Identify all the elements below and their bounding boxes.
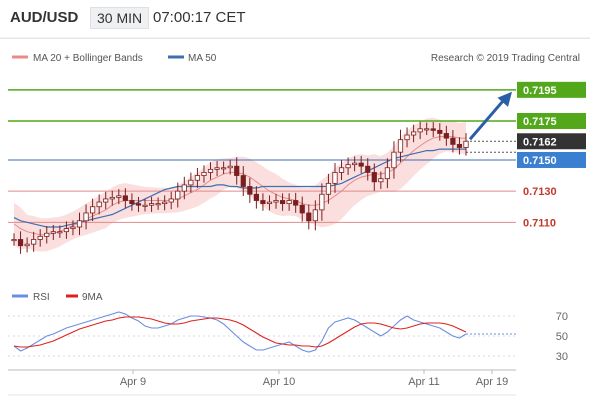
x-axis-label: Apr 19: [476, 376, 508, 388]
target-level-tag: 0.7195: [523, 85, 557, 97]
candle-body: [168, 198, 174, 203]
candle-body: [424, 128, 430, 131]
candle-body: [450, 137, 456, 145]
candle-body: [162, 201, 168, 205]
candle-body: [221, 167, 227, 170]
candle-body: [129, 200, 135, 205]
candle-body: [371, 172, 377, 183]
candle-body: [338, 167, 345, 173]
x-axis-label: Apr 9: [120, 376, 146, 388]
candle-body: [240, 175, 246, 187]
chart-canvas: MA 20 + Bollinger Bands MA 50 Research ©…: [0, 37, 590, 396]
candle-body: [148, 203, 155, 206]
candle-body: [253, 193, 259, 201]
candle-body: [142, 204, 148, 207]
candle-body: [103, 198, 109, 203]
candle-body: [391, 151, 397, 169]
ma9-legend-label: 9MA: [82, 292, 103, 303]
price-levels: 0.7195 0.7175 0.7162 0.7150 0.7130 0.7110: [517, 81, 586, 229]
candle-body: [384, 167, 390, 180]
copyright-label: Research © 2019 Trading Central: [431, 53, 580, 64]
candle-body: [50, 231, 56, 234]
candle-body: [122, 195, 128, 201]
candle-body: [358, 162, 364, 167]
candle-body: [83, 212, 89, 222]
bollinger-band-area: [14, 117, 466, 252]
price-panel: [8, 89, 516, 254]
x-axis-label: Apr 11: [408, 376, 440, 388]
candle-body: [76, 220, 83, 228]
candle-body: [365, 165, 371, 173]
candle-body: [96, 201, 102, 208]
candle-body: [325, 182, 332, 195]
candle-body: [417, 128, 423, 133]
candle-body: [352, 162, 358, 166]
candle-body: [332, 172, 338, 184]
rsi-line: [13, 311, 467, 353]
candle-body: [188, 179, 194, 186]
candle-body: [11, 239, 17, 242]
candle-body: [194, 175, 201, 181]
candle-body: [286, 200, 292, 205]
candle-body: [207, 168, 214, 173]
candle-body: [293, 200, 299, 206]
rsi-tick-label: 30: [556, 351, 568, 363]
candle-body: [227, 165, 233, 169]
candle-body: [24, 243, 30, 247]
resistance-level-tag: 0.7175: [523, 116, 557, 128]
candle-body: [306, 212, 312, 222]
current-price-tag: 0.7162: [523, 136, 557, 148]
ma50-legend-label: MA 50: [188, 53, 217, 64]
candle-body: [299, 204, 305, 214]
candle-body: [181, 184, 187, 192]
candle-body: [116, 195, 122, 198]
rsi-tick-label: 70: [556, 311, 568, 323]
candle-body: [312, 209, 318, 222]
bands-legend-label: MA 20 + Bollinger Bands: [33, 53, 143, 64]
candle-body: [155, 203, 161, 206]
candle-body: [70, 226, 76, 229]
candle-body: [437, 129, 443, 134]
candle-body: [430, 128, 436, 131]
candle-body: [247, 186, 253, 195]
candle-body: [214, 167, 220, 170]
candle-body: [57, 231, 63, 234]
candle-body: [279, 200, 286, 205]
candle-body: [260, 200, 266, 205]
target-arrow-shaft: [468, 98, 506, 141]
candle-body: [44, 232, 50, 237]
x-axis-label: Apr 10: [263, 376, 295, 388]
candle-body: [456, 143, 463, 148]
candle-body: [266, 201, 273, 205]
candle-body: [463, 140, 469, 148]
candle-body: [397, 139, 404, 153]
candle-body: [319, 193, 325, 211]
candle-body: [404, 134, 410, 141]
rsi-legend-label: RSI: [33, 292, 50, 303]
pivot-level-tag: 0.7150: [523, 155, 557, 167]
candle-body: [201, 172, 207, 176]
candle-body: [273, 200, 279, 203]
rsi-panel: 70 50 30 Apr 9 Apr 10 Apr 11 Apr 19: [8, 311, 568, 396]
candle-body: [378, 178, 384, 183]
candle-body: [443, 133, 449, 139]
candle-body: [37, 235, 43, 240]
candle-body: [31, 239, 37, 245]
candle-body: [410, 131, 417, 136]
support2-level-tag: 0.7110: [523, 217, 556, 229]
candle-body: [135, 203, 142, 206]
candle-body: [234, 165, 240, 176]
rsi-tick-label: 50: [556, 331, 568, 343]
candle-body: [345, 164, 351, 169]
candle-body: [90, 206, 96, 214]
support1-level-tag: 0.7130: [523, 186, 557, 198]
candle-body: [63, 228, 70, 233]
candle-body: [175, 190, 181, 200]
candle-body: [17, 239, 24, 247]
candle-body: [109, 196, 115, 200]
